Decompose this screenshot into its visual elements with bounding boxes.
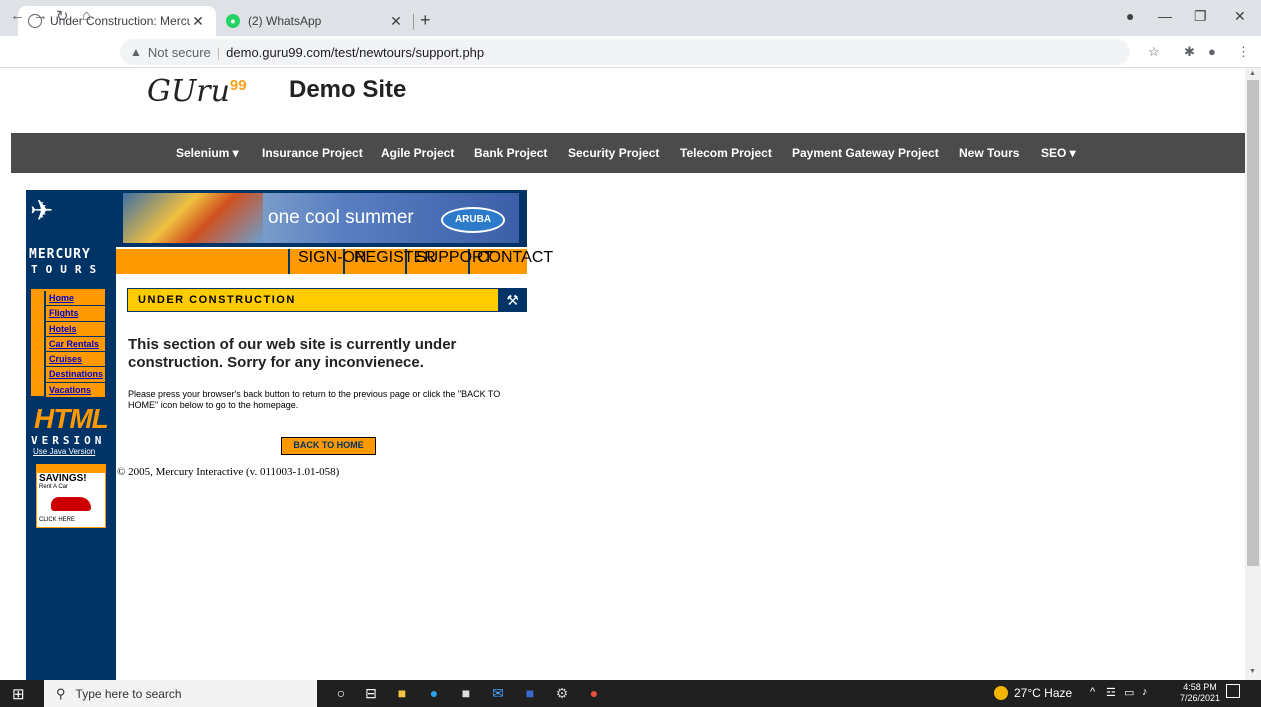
- page-title: Demo Site: [289, 76, 407, 103]
- search-placeholder: Type here to search: [75, 686, 182, 701]
- html-label: HTML: [34, 403, 109, 434]
- network-icon[interactable]: ☲: [1106, 686, 1116, 699]
- home-icon[interactable]: ⌂: [82, 7, 91, 24]
- windows-start-icon[interactable]: ⊞: [12, 685, 25, 703]
- tab-whatsapp[interactable]: ● (2) WhatsApp ✕: [216, 6, 414, 36]
- nav-selenium[interactable]: Selenium ▾: [176, 133, 239, 173]
- nav-security[interactable]: Security Project: [568, 133, 659, 173]
- construction-body: Please press your browser's back button …: [128, 389, 501, 410]
- banner-text: one cool summer: [268, 207, 414, 228]
- back-arrow-icon[interactable]: ←: [10, 7, 25, 24]
- savings-ad[interactable]: SAVINGS! Rent A Car CLICK HERE: [36, 464, 106, 528]
- nav-bank[interactable]: Bank Project: [474, 133, 547, 173]
- tools-icon: ⚒: [498, 288, 527, 312]
- guru99-logo[interactable]: GUru99: [147, 74, 247, 109]
- ad-headline: SAVINGS!: [39, 473, 87, 484]
- side-menu-flights[interactable]: Flights: [44, 306, 105, 322]
- taskbar-clock[interactable]: 4:58 PM 7/26/2021: [1180, 682, 1220, 704]
- clock-date: 7/26/2021: [1180, 693, 1221, 703]
- construction-heading: This section of our web site is currentl…: [128, 336, 457, 371]
- file-explorer-icon[interactable]: ■: [392, 683, 412, 703]
- nav-agile[interactable]: Agile Project: [381, 133, 454, 173]
- under-construction-label: UNDER CONSTRUCTION: [138, 294, 296, 306]
- clock-time: 4:58 PM: [1183, 682, 1217, 692]
- scrollbar-thumb[interactable]: [1247, 80, 1259, 566]
- side-menu-cruises[interactable]: Cruises: [44, 352, 105, 368]
- settings-gear-icon[interactable]: ⚙: [552, 683, 572, 703]
- tray-chevron-icon[interactable]: ^: [1090, 686, 1095, 698]
- extensions-icon[interactable]: ✱: [1184, 44, 1195, 60]
- java-version-link[interactable]: Use Java Version: [33, 447, 95, 456]
- ad-cta: CLICK HERE: [39, 517, 76, 523]
- back-to-home-button[interactable]: BACK TO HOME: [281, 437, 376, 455]
- weather-text: 27°C Haze: [1014, 686, 1073, 700]
- close-icon[interactable]: ✕: [388, 13, 404, 30]
- security-label: Not secure: [147, 44, 211, 60]
- side-menu-destinations[interactable]: Destinations: [44, 367, 105, 383]
- contact-link[interactable]: CONTACT: [477, 249, 553, 267]
- sun-icon: [994, 686, 1008, 700]
- nav-divider: [288, 249, 290, 274]
- star-icon[interactable]: ☆: [1148, 44, 1160, 60]
- tab-title: (2) WhatsApp: [248, 14, 322, 28]
- store-icon[interactable]: ■: [456, 683, 476, 703]
- car-icon: [51, 497, 91, 511]
- nav-payment-gateway[interactable]: Payment Gateway Project: [792, 133, 939, 173]
- edge-icon[interactable]: ●: [424, 683, 444, 703]
- search-icon: ⚲: [56, 685, 66, 701]
- new-tab-button[interactable]: +: [420, 10, 431, 31]
- scroll-down-icon[interactable]: ▼: [1249, 668, 1256, 675]
- maximize-icon[interactable]: ❐: [1194, 8, 1207, 25]
- menu-kebab-icon[interactable]: ⋮: [1237, 44, 1250, 60]
- cortana-icon[interactable]: ○: [331, 683, 351, 703]
- reload-icon[interactable]: ↻: [56, 7, 69, 25]
- url-text: demo.guru99.com/test/newtours/support.ph…: [226, 44, 485, 60]
- side-menu-hotels[interactable]: Hotels: [44, 321, 105, 337]
- forward-arrow-icon[interactable]: →: [33, 7, 48, 24]
- weather-widget[interactable]: 27°C Haze: [994, 686, 1072, 700]
- side-menu: Home Flights Hotels Car Rentals Cruises …: [31, 289, 105, 399]
- mercury-logo-text: MERCURY: [29, 247, 91, 262]
- account-icon[interactable]: ●: [1208, 44, 1216, 59]
- tab-title: Under Construction: Mercury Tou: [50, 14, 190, 28]
- volume-icon[interactable]: ♪: [1142, 686, 1148, 698]
- close-icon[interactable]: ✕: [190, 13, 206, 30]
- warning-icon: ▲: [130, 45, 142, 59]
- side-menu-vacations[interactable]: Vacations: [44, 382, 105, 399]
- ad-sub: Rent A Car: [39, 484, 69, 490]
- profile-icon[interactable]: ●: [1126, 8, 1134, 24]
- aruba-logo: ARUBA: [441, 207, 505, 233]
- close-window-icon[interactable]: ✕: [1234, 8, 1246, 25]
- side-menu-car-rentals[interactable]: Car Rentals: [44, 336, 105, 353]
- task-view-icon[interactable]: ⊟: [361, 683, 381, 703]
- chrome-icon[interactable]: ●: [584, 683, 604, 703]
- notification-icon[interactable]: [1226, 684, 1240, 698]
- omnibox[interactable]: ▲ Not secure | demo.guru99.com/test/newt…: [120, 39, 1130, 65]
- battery-icon[interactable]: ▭: [1124, 686, 1134, 699]
- copyright: © 2005, Mercury Interactive (v. 011003-1…: [117, 466, 340, 478]
- banner-photo: [123, 193, 263, 243]
- version-label: VERSION: [31, 434, 106, 447]
- tab-separator: [413, 14, 414, 30]
- nav-seo[interactable]: SEO ▾: [1041, 133, 1076, 173]
- nav-insurance[interactable]: Insurance Project: [262, 133, 363, 173]
- taskbar-search[interactable]: ⚲ Type here to search: [44, 680, 317, 707]
- url-divider: |: [216, 44, 221, 60]
- mercury-swoosh-icon: ✈: [30, 195, 54, 226]
- ad-band: [37, 465, 105, 473]
- scroll-up-icon[interactable]: ▲: [1249, 70, 1256, 77]
- side-menu-home[interactable]: Home: [44, 291, 105, 307]
- mail-icon[interactable]: ✉: [488, 683, 508, 703]
- minimize-icon[interactable]: —: [1158, 8, 1172, 24]
- tours-logo-text: TOURS: [31, 263, 105, 276]
- app-icon[interactable]: ■: [520, 683, 540, 703]
- whatsapp-icon: ●: [226, 14, 240, 28]
- nav-new-tours[interactable]: New Tours: [959, 133, 1019, 173]
- nav-telecom[interactable]: Telecom Project: [680, 133, 772, 173]
